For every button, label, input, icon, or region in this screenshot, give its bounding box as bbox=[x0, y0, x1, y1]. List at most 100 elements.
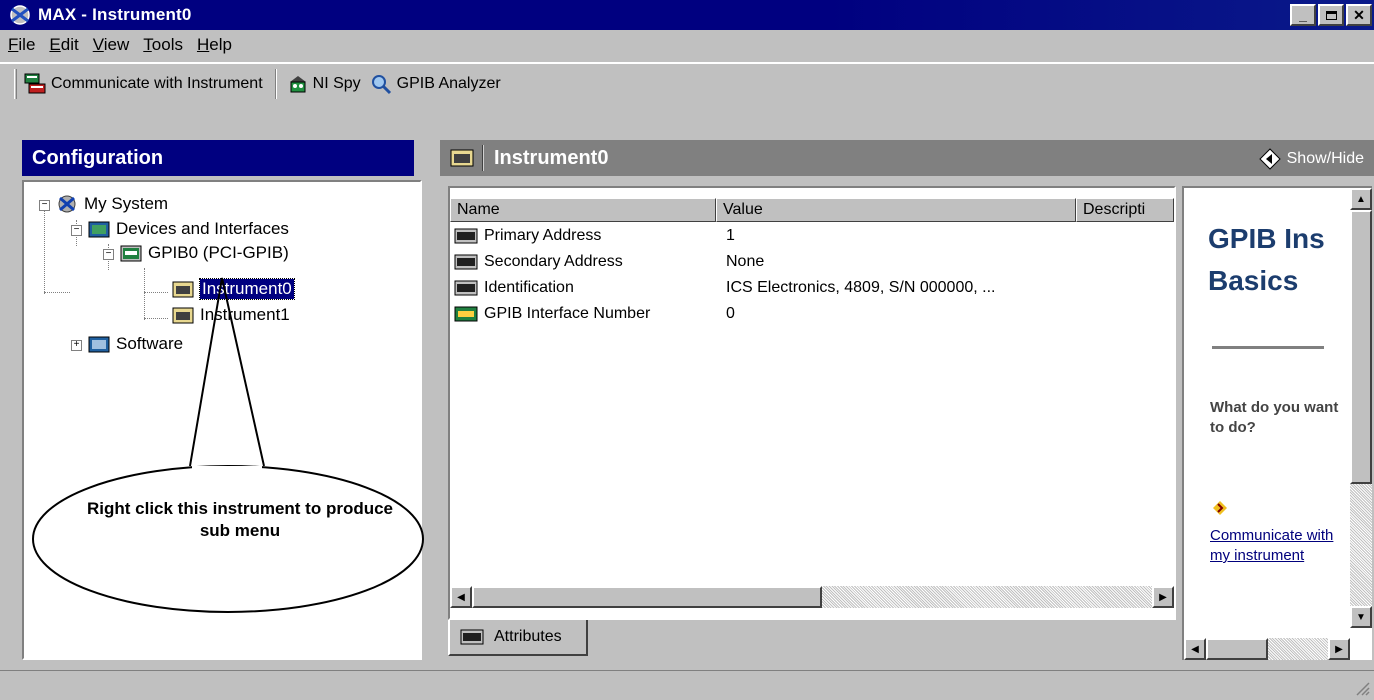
instrument-icon bbox=[172, 281, 194, 298]
help-question: What do you want to do? bbox=[1210, 399, 1339, 436]
status-bar bbox=[0, 670, 1374, 700]
scroll-right-button[interactable]: ▶ bbox=[1328, 638, 1350, 660]
gpib-board-icon bbox=[120, 245, 142, 262]
scroll-down-button[interactable]: ▼ bbox=[1350, 606, 1372, 628]
tree-connector bbox=[144, 318, 168, 319]
help-title-line1: GPIB Ins bbox=[1208, 223, 1325, 254]
row-value: 1 bbox=[726, 227, 735, 244]
tree-item-instrument0[interactable]: Instrument0 bbox=[172, 278, 295, 300]
table-row[interactable]: GPIB Interface Number 0 bbox=[454, 302, 735, 326]
toolbar: Communicate with Instrument NI Spy GPIB … bbox=[0, 62, 1374, 104]
configuration-title: Configuration bbox=[32, 146, 164, 169]
table-row[interactable]: Identification ICS Electronics, 4809, S/… bbox=[454, 276, 995, 300]
right-arrow-icon: ▶ bbox=[1335, 643, 1343, 655]
scroll-thumb[interactable] bbox=[1206, 638, 1268, 660]
resize-grip-icon[interactable] bbox=[1354, 680, 1370, 696]
close-icon: ✕ bbox=[1353, 7, 1365, 23]
nispy-icon bbox=[289, 76, 306, 93]
left-arrow-icon: ◀ bbox=[1191, 643, 1199, 655]
scroll-track[interactable] bbox=[1268, 638, 1328, 660]
help-horizontal-scrollbar[interactable]: ◀ ▶ bbox=[1184, 638, 1350, 660]
nispy-button[interactable]: NI Spy bbox=[287, 73, 361, 95]
menu-edit-accel: E bbox=[49, 35, 61, 54]
menu-tools[interactable]: Tools bbox=[143, 35, 183, 55]
tree-item-devices-and-interfaces[interactable]: Devices and Interfaces bbox=[88, 219, 289, 239]
maximize-icon bbox=[1325, 10, 1337, 20]
tree-item-my-system[interactable]: My System bbox=[56, 194, 168, 214]
menu-help-accel: H bbox=[196, 35, 210, 54]
title-bar: MAX - Instrument0 _ ✕ bbox=[0, 0, 1374, 30]
tree-connector bbox=[44, 292, 70, 293]
menu-view[interactable]: View bbox=[93, 35, 130, 55]
tree-label: Devices and Interfaces bbox=[116, 219, 289, 238]
close-button[interactable]: ✕ bbox=[1346, 4, 1372, 26]
attributes-list[interactable]: Name Value Descripti Primary Address 1 S… bbox=[448, 186, 1176, 620]
communicate-help-link[interactable]: Communicate with my instrument bbox=[1210, 526, 1340, 566]
show-hide-button[interactable]: Show/Hide bbox=[1258, 148, 1364, 170]
tree-connector bbox=[144, 292, 168, 293]
table-row[interactable]: Primary Address 1 bbox=[454, 224, 735, 248]
help-divider bbox=[1212, 346, 1324, 349]
collapse-devices[interactable]: − bbox=[71, 225, 82, 236]
minimize-button[interactable]: _ bbox=[1290, 4, 1316, 26]
menu-bar: File Edit View Tools Help bbox=[0, 30, 1374, 60]
scroll-track[interactable] bbox=[822, 586, 1152, 608]
horizontal-scrollbar[interactable]: ◀ ▶ bbox=[450, 586, 1174, 608]
column-header-value[interactable]: Value bbox=[716, 198, 1076, 222]
column-header-name[interactable]: Name bbox=[450, 198, 716, 222]
magnifier-icon bbox=[371, 75, 391, 95]
menu-file[interactable]: File bbox=[8, 35, 35, 55]
communicate-icon bbox=[24, 73, 46, 94]
scroll-left-button[interactable]: ◀ bbox=[1184, 638, 1206, 660]
menu-edit[interactable]: Edit bbox=[49, 35, 78, 55]
main-header: Instrument0 Show/Hide bbox=[440, 140, 1374, 176]
tree-connector bbox=[144, 268, 145, 320]
scroll-left-button[interactable]: ◀ bbox=[450, 586, 472, 608]
scroll-thumb[interactable] bbox=[472, 586, 822, 608]
tab-attributes[interactable]: Attributes bbox=[448, 620, 588, 656]
menu-edit-label: dit bbox=[60, 35, 79, 54]
expand-software[interactable]: + bbox=[71, 340, 82, 351]
communicate-button[interactable]: Communicate with Instrument bbox=[23, 73, 263, 95]
minimize-icon: _ bbox=[1299, 7, 1307, 23]
tree-label: Instrument1 bbox=[200, 305, 290, 324]
collapse-my-system[interactable]: − bbox=[39, 200, 50, 211]
row-name: Primary Address bbox=[484, 227, 602, 244]
row-name: Secondary Address bbox=[484, 253, 623, 270]
tree-item-gpib0[interactable]: GPIB0 (PCI-GPIB) bbox=[120, 243, 289, 263]
software-folder-icon bbox=[88, 336, 110, 353]
scroll-track[interactable] bbox=[1350, 484, 1372, 606]
table-row[interactable]: Secondary Address None bbox=[454, 250, 764, 274]
left-arrow-icon: ◀ bbox=[457, 591, 465, 603]
tree-item-instrument1[interactable]: Instrument1 bbox=[172, 305, 290, 325]
tree-connector bbox=[44, 200, 45, 294]
gpib-analyzer-button[interactable]: GPIB Analyzer bbox=[369, 73, 501, 95]
configuration-tree[interactable]: − My System − Devices and Interfaces − G… bbox=[22, 180, 422, 660]
menu-tools-label: ools bbox=[151, 35, 183, 54]
instrument-icon bbox=[172, 307, 194, 324]
help-title: GPIB Ins Basics bbox=[1208, 218, 1325, 302]
row-value: None bbox=[726, 253, 765, 270]
main-title: Instrument0 bbox=[494, 146, 609, 169]
toolbar-grip[interactable] bbox=[14, 69, 17, 99]
menu-file-accel: F bbox=[8, 35, 19, 54]
collapse-gpib0[interactable]: − bbox=[103, 249, 114, 260]
devices-folder-icon bbox=[88, 221, 110, 238]
scroll-thumb[interactable] bbox=[1350, 210, 1372, 484]
menu-file-label: ile bbox=[18, 35, 36, 54]
scroll-right-button[interactable]: ▶ bbox=[1152, 586, 1174, 608]
menu-help[interactable]: Help bbox=[197, 35, 232, 55]
maximize-button[interactable] bbox=[1318, 4, 1344, 26]
column-header-description[interactable]: Descripti bbox=[1076, 198, 1174, 222]
help-pane: GPIB Ins Basics What do you want to do? … bbox=[1182, 186, 1372, 660]
down-arrow-icon: ▼ bbox=[1356, 611, 1366, 623]
scroll-up-button[interactable]: ▲ bbox=[1350, 188, 1372, 210]
communicate-label: Communicate with Instrument bbox=[51, 75, 263, 92]
header-separator bbox=[482, 145, 484, 171]
help-vertical-scrollbar[interactable]: ▲ ▼ bbox=[1350, 188, 1372, 628]
max-window: MAX - Instrument0 _ ✕ File Edit View Too… bbox=[0, 0, 1374, 700]
up-arrow-icon: ▲ bbox=[1356, 193, 1366, 205]
tree-label: My System bbox=[84, 194, 169, 213]
menu-tools-accel: T bbox=[143, 35, 152, 54]
tree-item-software[interactable]: Software bbox=[88, 334, 183, 354]
